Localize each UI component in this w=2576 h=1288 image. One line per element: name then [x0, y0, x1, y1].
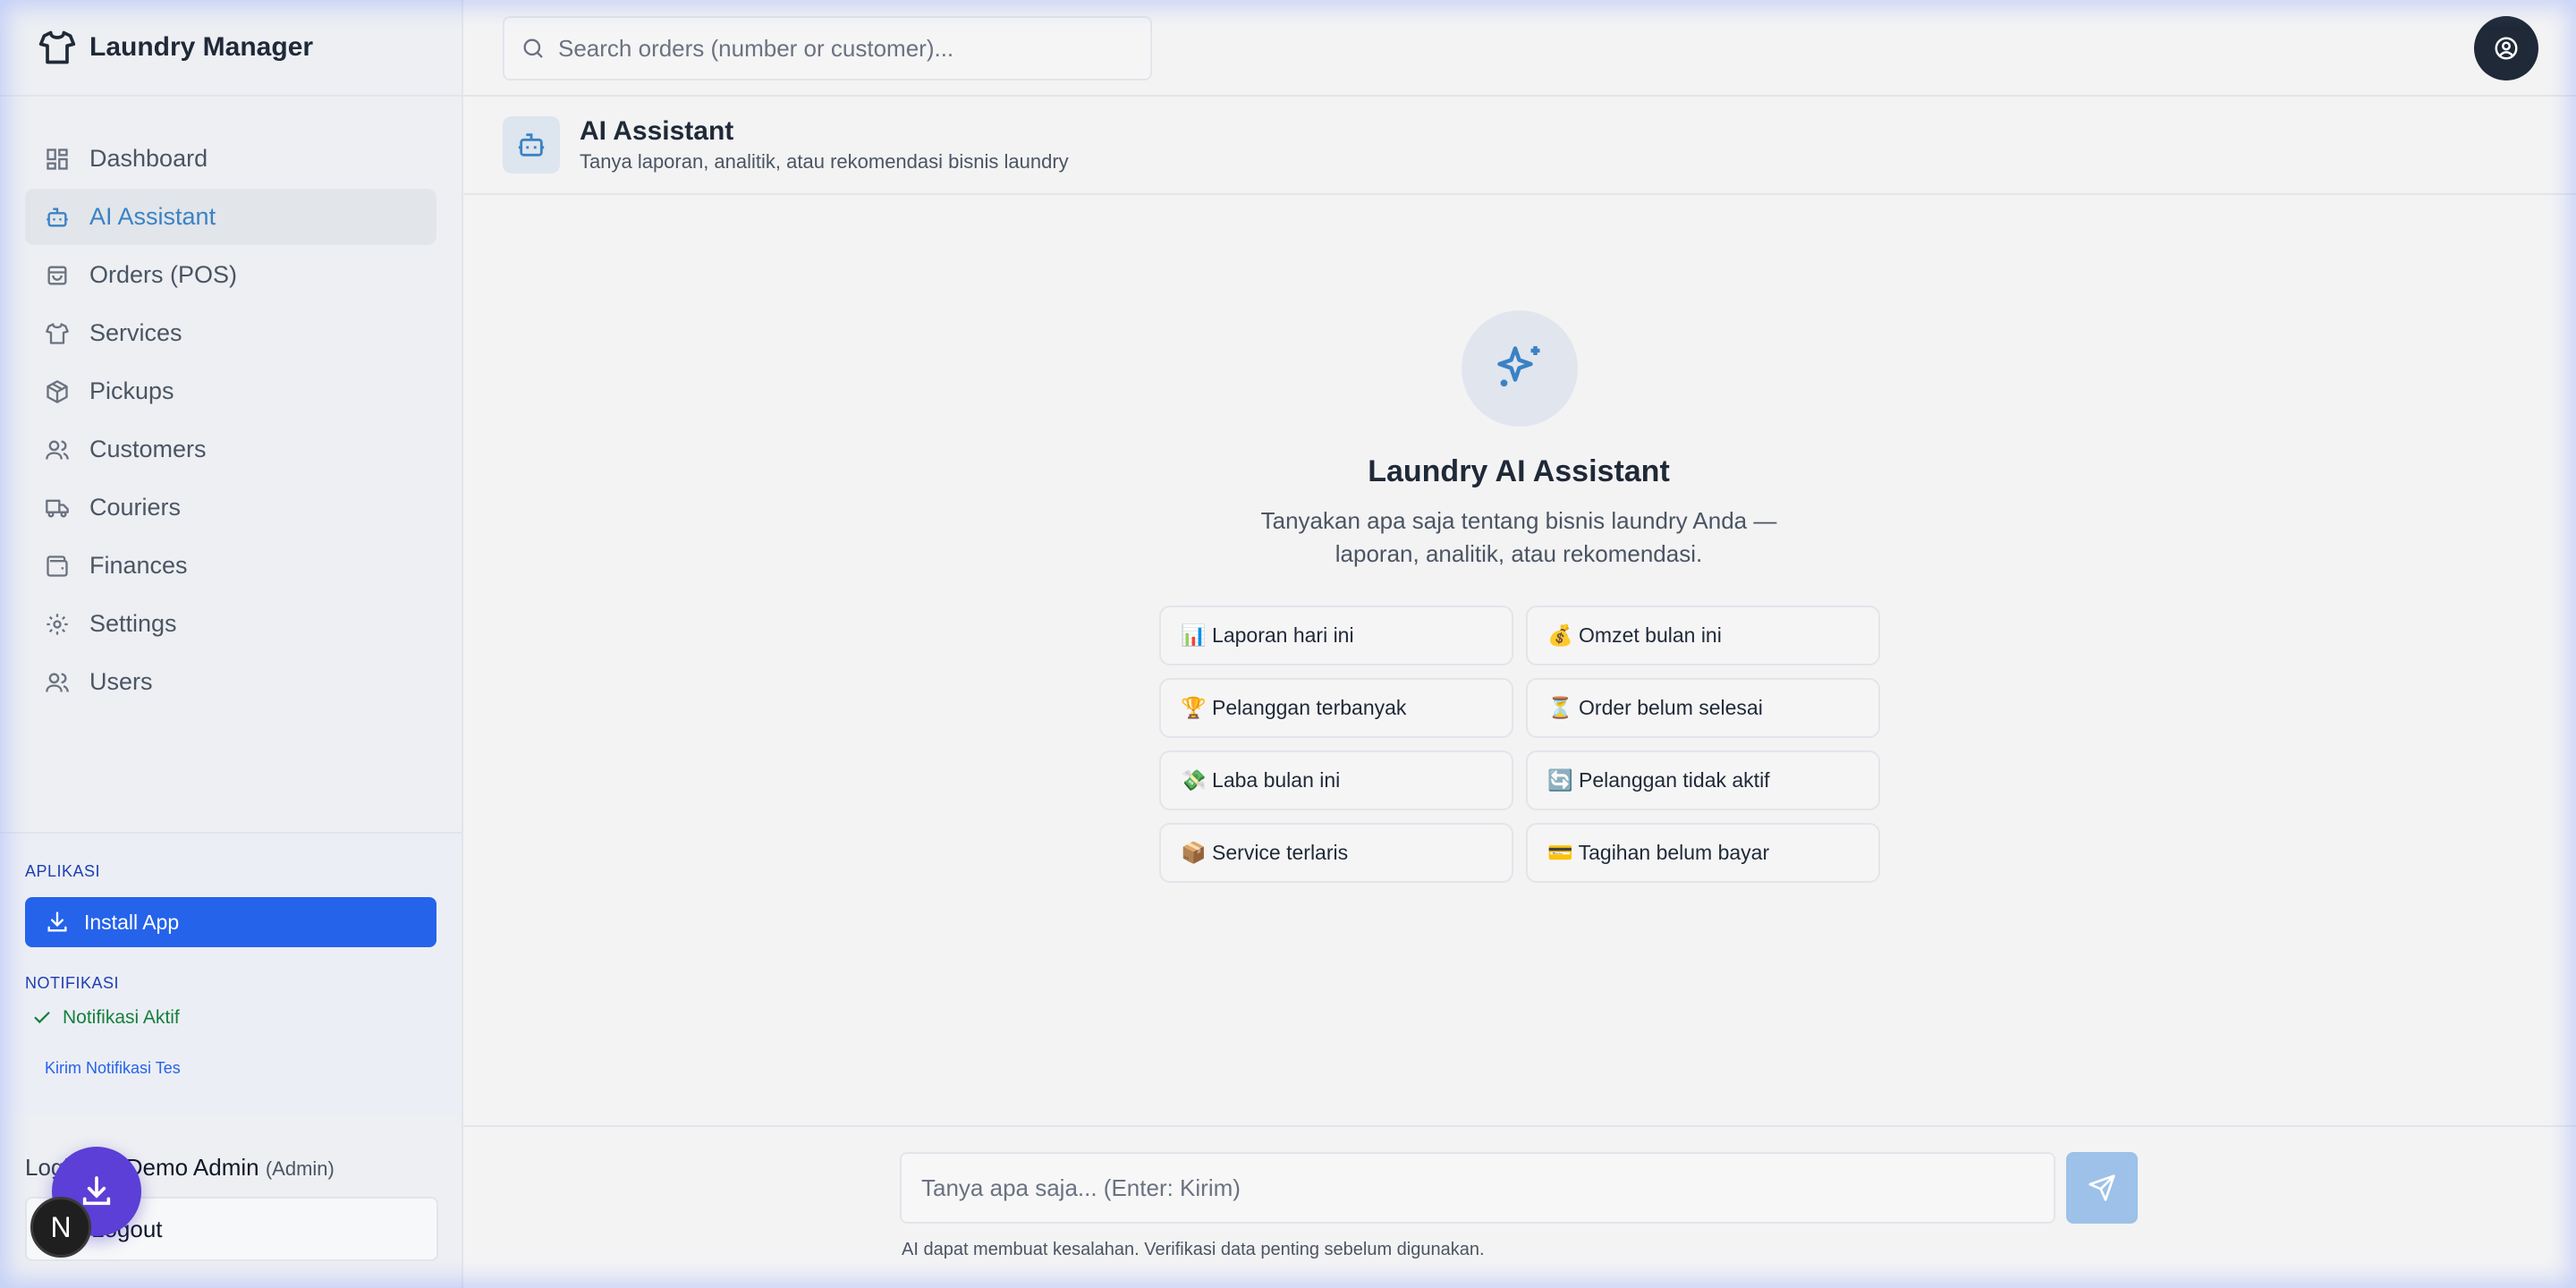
- sidebar-item-customers[interactable]: Customers: [25, 421, 436, 478]
- sidebar-item-couriers[interactable]: Couriers: [25, 479, 436, 536]
- sidebar-app-section: APLIKASI Install App NOTIFIKASI Notifika…: [0, 832, 462, 1114]
- sidebar: Laundry Manager Dashboard AI Assistant O…: [0, 0, 463, 1288]
- shirt-icon: [45, 321, 70, 346]
- sidebar-item-label: Users: [89, 668, 153, 695]
- user-circle-icon: [2493, 35, 2520, 62]
- bot-icon: [516, 130, 547, 160]
- install-app-button[interactable]: Install App: [25, 897, 436, 947]
- ai-disclaimer: AI dapat membuat kesalahan. Verifikasi d…: [902, 1240, 1485, 1259]
- download-icon: [45, 910, 70, 935]
- suggestion-chip[interactable]: 📊 Laporan hari ini: [1159, 606, 1513, 665]
- brand[interactable]: Laundry Manager: [0, 0, 462, 97]
- send-test-notification-link[interactable]: Kirim Notifikasi Tes: [25, 1059, 436, 1078]
- install-app-label: Install App: [84, 910, 180, 934]
- dev-tools-badge[interactable]: N: [30, 1197, 91, 1258]
- top-bar: [463, 0, 2576, 97]
- user-name: Demo Admin: [125, 1154, 259, 1181]
- hero-title: Laundry AI Assistant: [1368, 454, 1670, 488]
- hero-description: Tanyakan apa saja tentang bisnis laundry…: [1260, 507, 1777, 567]
- search-input[interactable]: [558, 34, 1131, 63]
- app-title: Laundry Manager: [89, 32, 314, 62]
- sidebar-item-label: Customers: [89, 436, 207, 462]
- page-subtitle: Tanya laporan, analitik, atau rekomendas…: [580, 150, 1069, 173]
- page-header-icon: [503, 116, 560, 174]
- apps-section-label: APLIKASI: [25, 862, 101, 880]
- chat-input[interactable]: [900, 1152, 2055, 1224]
- package-icon: [45, 379, 70, 404]
- sidebar-item-label: Orders (POS): [89, 261, 238, 288]
- dashboard-icon: [45, 147, 70, 172]
- suggestion-chip[interactable]: 🔄 Pelanggan tidak aktif: [1526, 750, 1880, 810]
- profile-button[interactable]: [2474, 16, 2538, 80]
- sidebar-item-pickups[interactable]: Pickups: [25, 363, 436, 419]
- sidebar-item-services[interactable]: Services: [25, 305, 436, 361]
- sidebar-item-orders[interactable]: Orders (POS): [25, 247, 436, 303]
- suggestion-chip[interactable]: ⏳ Order belum selesai: [1526, 678, 1880, 738]
- download-icon: [79, 1174, 114, 1209]
- sidebar-item-label: AI Assistant: [89, 203, 216, 230]
- gear-icon: [45, 612, 70, 637]
- sidebar-item-ai-assistant[interactable]: AI Assistant: [25, 189, 436, 245]
- check-icon: [32, 1008, 52, 1028]
- sidebar-item-dashboard[interactable]: Dashboard: [25, 131, 436, 187]
- sidebar-item-label: Services: [89, 319, 182, 346]
- sidebar-item-label: Finances: [89, 552, 188, 579]
- users-icon: [45, 670, 70, 695]
- bot-icon: [45, 205, 70, 230]
- suggestion-chip[interactable]: 🏆 Pelanggan terbanyak: [1159, 678, 1513, 738]
- notification-status: Notifikasi Aktif: [25, 1007, 436, 1029]
- send-icon: [2088, 1174, 2116, 1202]
- notification-section-label: NOTIFIKASI: [25, 974, 120, 992]
- sidebar-item-settings[interactable]: Settings: [25, 596, 436, 652]
- sparkles-icon: [1493, 342, 1546, 395]
- user-role: (Admin): [265, 1157, 335, 1180]
- suggestion-chip[interactable]: 💳 Tagihan belum bayar: [1526, 823, 1880, 883]
- sidebar-item-finances[interactable]: Finances: [25, 538, 436, 594]
- sidebar-item-label: Pickups: [89, 377, 174, 404]
- page-title: AI Assistant: [580, 116, 734, 146]
- search-icon: [521, 36, 546, 61]
- shirt-icon: [38, 28, 77, 67]
- chat-input-bar: AI dapat membuat kesalahan. Verifikasi d…: [463, 1125, 2576, 1288]
- suggestion-chip[interactable]: 📦 Service terlaris: [1159, 823, 1513, 883]
- wallet-icon: [45, 554, 70, 579]
- users-icon: [45, 437, 70, 462]
- page-header: AI Assistant Tanya laporan, analitik, at…: [463, 97, 2576, 195]
- sidebar-item-users[interactable]: Users: [25, 654, 436, 710]
- sidebar-item-label: Settings: [89, 610, 177, 637]
- truck-icon: [45, 496, 70, 521]
- sidebar-nav: Dashboard AI Assistant Orders (POS) Serv…: [0, 97, 462, 710]
- sidebar-item-label: Couriers: [89, 494, 182, 521]
- search-box: [503, 16, 1152, 80]
- notification-status-label: Notifikasi Aktif: [63, 1007, 180, 1028]
- sidebar-item-label: Dashboard: [89, 145, 208, 172]
- suggestion-grid: 📊 Laporan hari ini 💰 Omzet bulan ini 🏆 P…: [1159, 606, 1880, 883]
- shopping-bag-icon: [45, 263, 70, 288]
- hero-icon: [1462, 310, 1578, 427]
- suggestion-chip[interactable]: 💰 Omzet bulan ini: [1526, 606, 1880, 665]
- suggestion-chip[interactable]: 💸 Laba bulan ini: [1159, 750, 1513, 810]
- send-button[interactable]: [2066, 1152, 2138, 1224]
